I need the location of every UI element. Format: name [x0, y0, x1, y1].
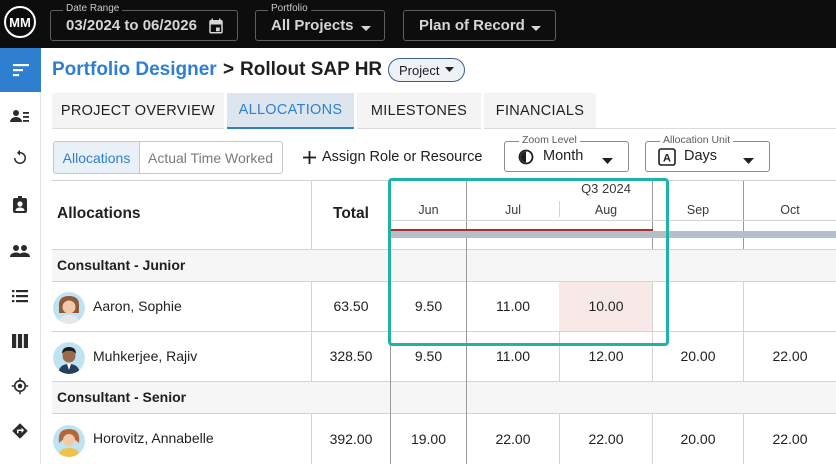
date-range-label: Date Range — [63, 3, 123, 15]
target-icon[interactable] — [10, 376, 30, 396]
breadcrumb-separator: > — [223, 59, 235, 80]
tab-project-overview[interactable]: PROJECT OVERVIEW — [52, 93, 224, 129]
tab-baseline — [596, 128, 836, 129]
date-range-field[interactable]: Date Range 03/2024 to 06/2026 — [50, 3, 238, 41]
user-list-icon[interactable] — [10, 106, 30, 126]
toggle-label: Allocations — [62, 149, 131, 166]
allocation-cell[interactable]: 20.00 — [653, 431, 743, 447]
directions-icon[interactable] — [10, 421, 30, 441]
allocations-column-header: Allocations — [57, 205, 141, 222]
plan-select[interactable]: Plan of Record — [403, 10, 556, 41]
allocation-unit-label: Allocation Unit — [660, 134, 734, 146]
page-title: Rollout SAP HR — [240, 59, 383, 80]
tab-label: FINANCIALS — [495, 102, 585, 119]
zoom-level-label: Zoom Level — [519, 134, 580, 146]
tab-allocations[interactable]: ALLOCATIONS — [227, 93, 354, 129]
allocation-cell[interactable]: 19.00 — [391, 431, 466, 447]
unit-icon: A — [658, 148, 676, 171]
allocation-unit-value: Days — [684, 148, 718, 164]
plus-icon — [303, 150, 316, 164]
zoom-level-select[interactable]: Zoom Level Month — [504, 134, 629, 172]
total-column-header[interactable]: Total — [333, 205, 369, 223]
breadcrumb-root[interactable]: Portfolio Designer — [52, 59, 217, 81]
tab-financials[interactable]: FINANCIALS — [484, 93, 596, 129]
chevron-down-icon — [602, 152, 613, 170]
zoom-level-value: Month — [543, 148, 584, 164]
allocation-cell[interactable]: 9.50 — [391, 348, 466, 364]
project-type-badge[interactable]: Project — [388, 58, 466, 82]
allocation-cell[interactable]: 11.00 — [467, 348, 559, 364]
badge-label: Project — [399, 62, 440, 78]
allocation-cell[interactable]: 22.00 — [744, 431, 836, 447]
row-total: 328.50 — [329, 348, 373, 364]
portfolio-value: All Projects — [271, 17, 354, 34]
menu-icon[interactable] — [0, 48, 41, 92]
chevron-down-icon — [360, 21, 372, 39]
highlight-box — [388, 178, 669, 346]
columns-icon[interactable] — [10, 331, 30, 351]
group-label: Consultant - Junior — [57, 257, 186, 273]
row-total: 63.50 — [333, 298, 369, 314]
avatar — [53, 425, 85, 457]
allocation-cell[interactable]: 20.00 — [653, 348, 743, 364]
top-bar: MM Date Range 03/2024 to 06/2026 Portfol… — [0, 0, 836, 48]
row-total: 392.00 — [329, 431, 373, 447]
allocation-cell[interactable]: 22.00 — [467, 431, 559, 447]
sidebar — [0, 48, 41, 464]
resource-name[interactable]: Aaron, Sophie — [93, 298, 182, 314]
resource-name[interactable]: Muhkerjee, Rajiv — [93, 348, 197, 364]
month-header-oct: Oct — [780, 203, 800, 217]
grid-line — [52, 413, 836, 414]
allocation-unit-select[interactable]: Allocation Unit A Days — [645, 134, 770, 172]
avatar — [53, 292, 85, 324]
app-logo[interactable]: MM — [4, 6, 36, 38]
chevron-down-icon — [530, 21, 542, 39]
people-icon[interactable] — [10, 241, 30, 261]
tab-label: MILESTONES — [370, 102, 468, 119]
chevron-down-icon — [445, 67, 455, 72]
plan-value: Plan of Record — [419, 17, 525, 34]
toggle-allocations[interactable]: Allocations — [53, 141, 140, 174]
toggle-label: Actual Time Worked — [147, 149, 273, 166]
svg-text:A: A — [663, 153, 671, 165]
zoom-icon — [518, 149, 534, 170]
list-icon[interactable] — [10, 286, 30, 306]
avatar — [53, 342, 85, 374]
group-label: Consultant - Senior — [57, 389, 187, 405]
resource-name[interactable]: Horovitz, Annabelle — [93, 430, 214, 446]
allocation-cell[interactable]: 12.00 — [560, 348, 652, 364]
portfolio-label: Portfolio — [268, 3, 311, 15]
portfolio-select[interactable]: Portfolio All Projects — [255, 3, 385, 41]
badge-icon[interactable] — [10, 195, 30, 215]
tab-label: PROJECT OVERVIEW — [60, 102, 216, 119]
allocation-cell[interactable]: 22.00 — [744, 348, 836, 364]
refresh-icon[interactable] — [10, 148, 30, 168]
grid-line — [311, 181, 312, 249]
grid-line — [743, 282, 744, 331]
toggle-actual-time-worked[interactable]: Actual Time Worked — [139, 141, 283, 174]
calendar-icon[interactable] — [207, 17, 225, 40]
assign-role-label: Assign Role or Resource — [322, 149, 483, 165]
date-range-value: 03/2024 to 06/2026 — [66, 17, 197, 34]
logo-text: MM — [9, 14, 31, 30]
chevron-down-icon — [743, 152, 754, 170]
allocation-cell[interactable]: 22.00 — [560, 431, 652, 447]
tab-label: ALLOCATIONS — [238, 102, 343, 118]
assign-role-button[interactable]: Assign Role or Resource — [303, 147, 482, 167]
tab-milestones[interactable]: MILESTONES — [357, 93, 481, 129]
